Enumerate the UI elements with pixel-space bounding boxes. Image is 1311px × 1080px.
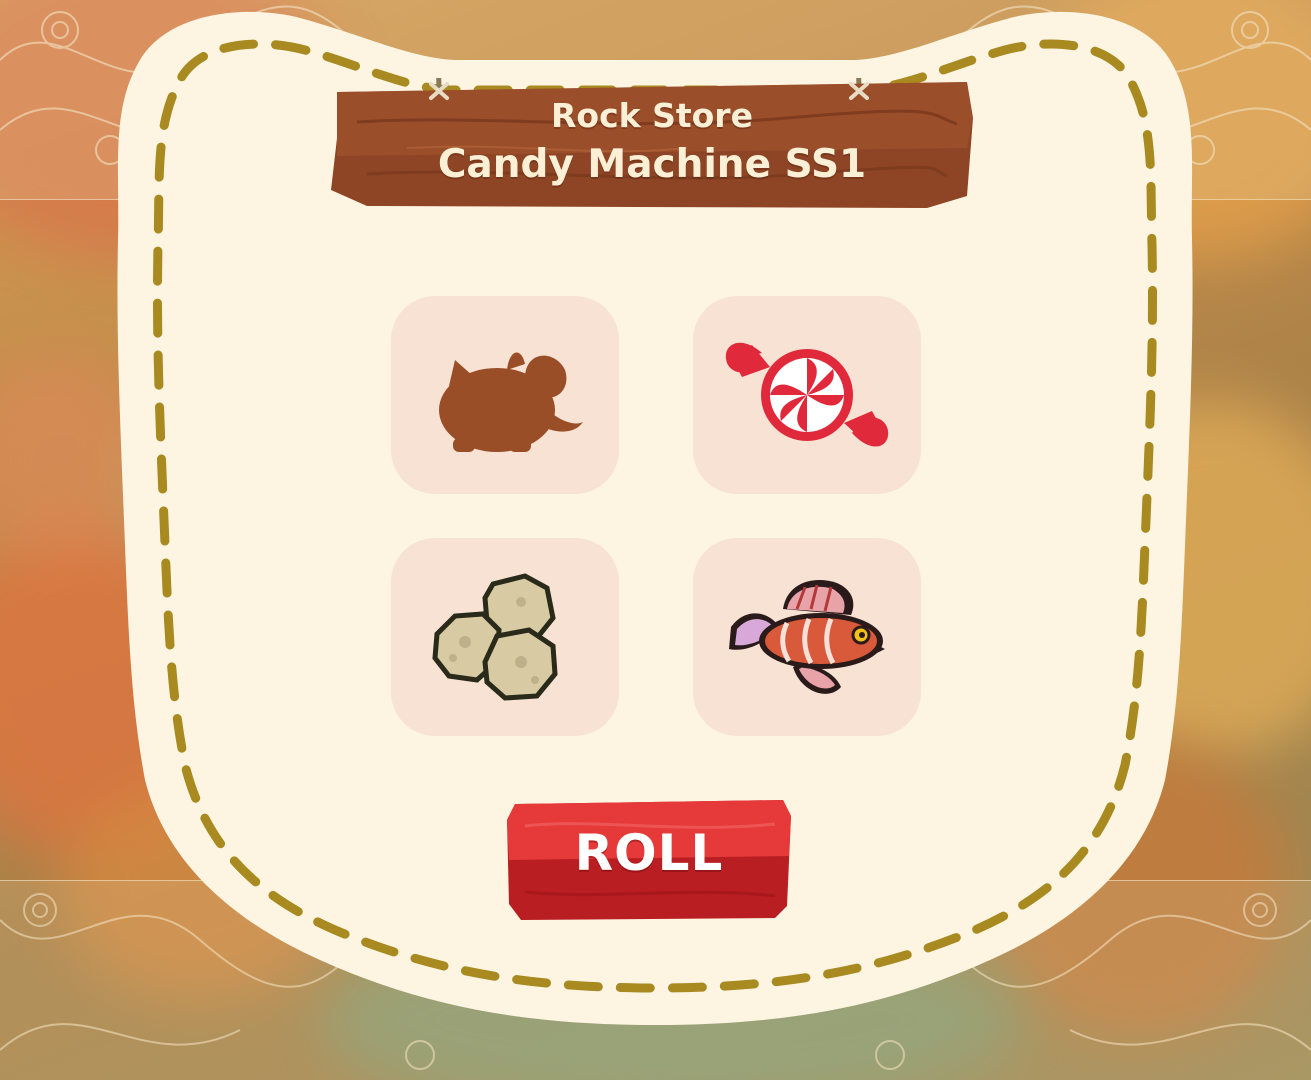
store-name: Rock Store bbox=[551, 96, 753, 135]
peppermint-candy-icon bbox=[725, 342, 889, 447]
item-slot-4[interactable] bbox=[693, 538, 921, 736]
lionfish-icon bbox=[729, 580, 885, 694]
roll-button[interactable]: ROLL bbox=[505, 796, 793, 922]
armadillo-silhouette-icon bbox=[439, 352, 583, 452]
roll-button-label: ROLL bbox=[574, 824, 724, 882]
store-sign: Rock Store Candy Machine SS1 bbox=[327, 78, 977, 210]
item-slot-3[interactable] bbox=[391, 538, 619, 736]
item-slot-1[interactable] bbox=[391, 296, 619, 494]
rocks-icon bbox=[432, 573, 558, 701]
machine-name: Candy Machine SS1 bbox=[437, 142, 867, 187]
item-slot-2[interactable] bbox=[693, 296, 921, 494]
